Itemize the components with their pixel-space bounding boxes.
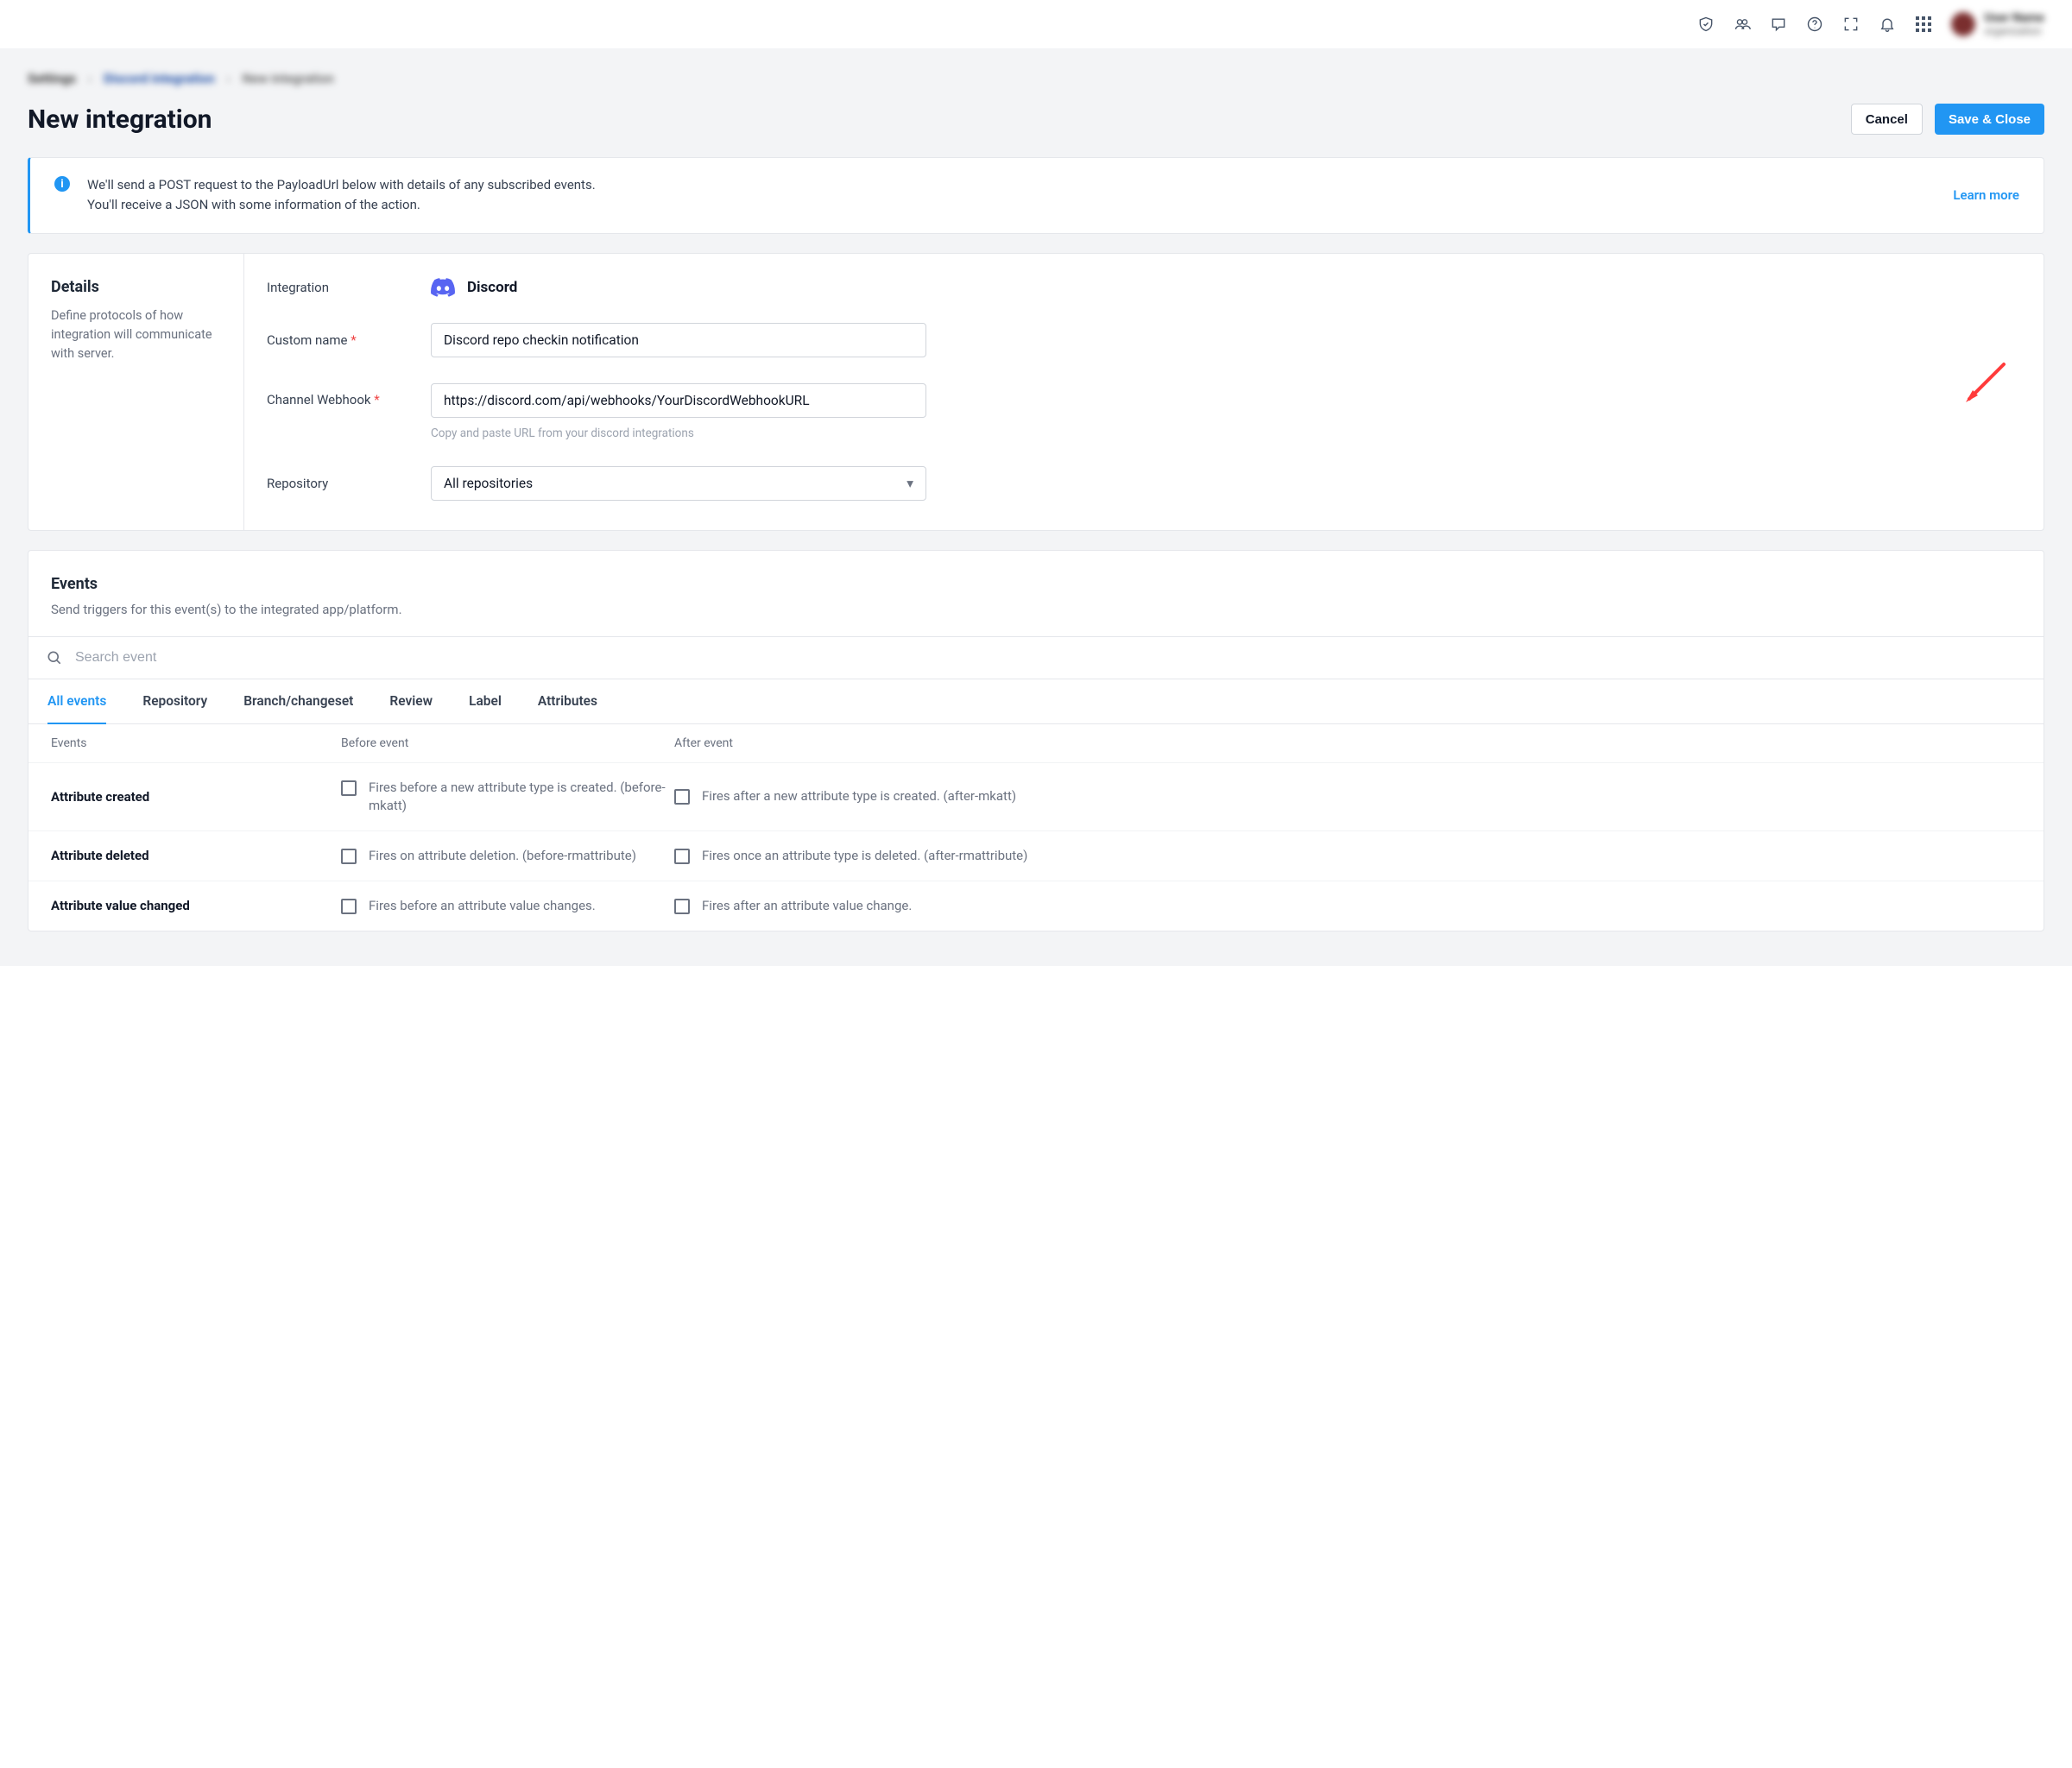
user-menu[interactable]: User Name organization [1951,11,2044,37]
events-heading: Events [51,575,2021,593]
learn-more-link[interactable]: Learn more [1953,187,2019,203]
avatar [1951,12,1975,36]
discord-icon [431,278,455,297]
cancel-button[interactable]: Cancel [1851,104,1923,135]
events-card: Events Send triggers for this event(s) t… [28,550,2044,931]
tab-label[interactable]: Label [469,679,502,723]
tab-branch-changeset[interactable]: Branch/changeset [243,679,353,723]
tab-attributes[interactable]: Attributes [538,679,597,723]
help-icon[interactable] [1806,16,1823,33]
bell-icon[interactable] [1879,16,1896,33]
shield-icon[interactable] [1697,16,1715,33]
webhook-input[interactable] [431,383,926,418]
apps-icon[interactable] [1915,16,1932,33]
page-title: New integration [28,104,212,135]
details-card: Details Define protocols of how integrat… [28,253,2044,531]
webhook-label: Channel Webhook [267,392,371,407]
events-desc: Send triggers for this event(s) to the i… [51,602,2021,617]
custom-name-label: Custom name [267,332,348,348]
comment-icon[interactable] [1770,16,1787,33]
details-heading: Details [51,278,221,296]
repo-value: All repositories [444,476,533,491]
users-icon[interactable] [1734,16,1751,33]
tab-repository[interactable]: Repository [142,679,207,723]
events-tabs: All events Repository Branch/changeset R… [28,679,2044,724]
webhook-helper: Copy and paste URL from your discord int… [431,426,2021,440]
caret-down-icon: ▾ [906,476,913,491]
repo-label: Repository [267,476,431,491]
events-column-headers: Events Before event After event [28,724,2044,763]
details-desc: Define protocols of how integration will… [51,306,221,364]
event-row: Attribute value changed Fires before an … [28,881,2044,931]
before-checkbox[interactable] [341,780,357,796]
custom-name-input[interactable] [431,323,926,357]
event-row: Attribute created Fires before a new att… [28,763,2044,831]
user-name: User Name [1984,11,2044,25]
event-row: Attribute deleted Fires on attribute del… [28,831,2044,881]
breadcrumb: Settings › Discord integration › New int… [28,48,2044,104]
details-sidebar: Details Define protocols of how integrat… [28,254,244,530]
info-icon: i [54,176,70,192]
tab-all-events[interactable]: All events [47,679,106,724]
before-checkbox[interactable] [341,899,357,914]
annotation-arrow-icon [1957,357,2011,411]
after-checkbox[interactable] [674,789,690,805]
tab-review[interactable]: Review [389,679,433,723]
info-banner: i We'll send a POST request to the Paylo… [28,157,2044,234]
user-org: organization [1984,25,2044,37]
after-checkbox[interactable] [674,849,690,864]
integration-label: Integration [267,280,431,295]
search-input[interactable] [75,650,2026,666]
integration-value: Discord [467,279,517,296]
fullscreen-icon[interactable] [1842,16,1860,33]
info-line1: We'll send a POST request to the Payload… [87,175,1936,195]
before-checkbox[interactable] [341,849,357,864]
save-button[interactable]: Save & Close [1935,104,2044,135]
top-nav: User Name organization [0,0,2072,48]
search-icon [46,649,63,666]
after-checkbox[interactable] [674,899,690,914]
info-line2: You'll receive a JSON with some informat… [87,195,1936,215]
repo-select[interactable]: All repositories ▾ [431,466,926,501]
